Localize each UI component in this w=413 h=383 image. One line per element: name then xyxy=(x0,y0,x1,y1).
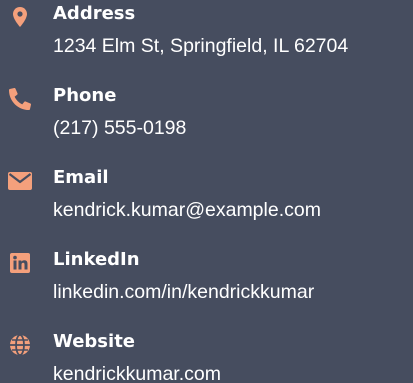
contact-info-panel: Address 1234 Elm St, Springfield, IL 627… xyxy=(0,0,413,383)
email-link[interactable]: kendrick.kumar@example.com xyxy=(53,198,321,222)
linkedin-icon xyxy=(7,252,33,274)
email-label: Email xyxy=(53,167,109,188)
contact-item-address: Address 1234 Elm St, Springfield, IL 627… xyxy=(0,0,413,70)
address-value: 1234 Elm St, Springfield, IL 62704 xyxy=(53,35,349,57)
contact-item-phone: Phone (217) 555-0198 xyxy=(0,82,413,152)
contact-item-website: Website kendrickkumar.com xyxy=(0,328,413,383)
contact-item-linkedin: LinkedIn linkedin.com/in/kendrickkumar xyxy=(0,246,413,316)
map-pin-icon xyxy=(7,6,33,28)
linkedin-label: LinkedIn xyxy=(53,249,140,270)
globe-icon xyxy=(7,334,33,356)
phone-label: Phone xyxy=(53,85,117,106)
website-label: Website xyxy=(53,331,136,352)
phone-icon xyxy=(7,88,33,110)
address-label: Address xyxy=(53,3,136,24)
linkedin-link[interactable]: linkedin.com/in/kendrickkumar xyxy=(53,280,314,304)
envelope-icon xyxy=(7,170,33,192)
website-link[interactable]: kendrickkumar.com xyxy=(53,362,221,383)
phone-link[interactable]: (217) 555-0198 xyxy=(53,116,186,140)
contact-item-email: Email kendrick.kumar@example.com xyxy=(0,164,413,234)
